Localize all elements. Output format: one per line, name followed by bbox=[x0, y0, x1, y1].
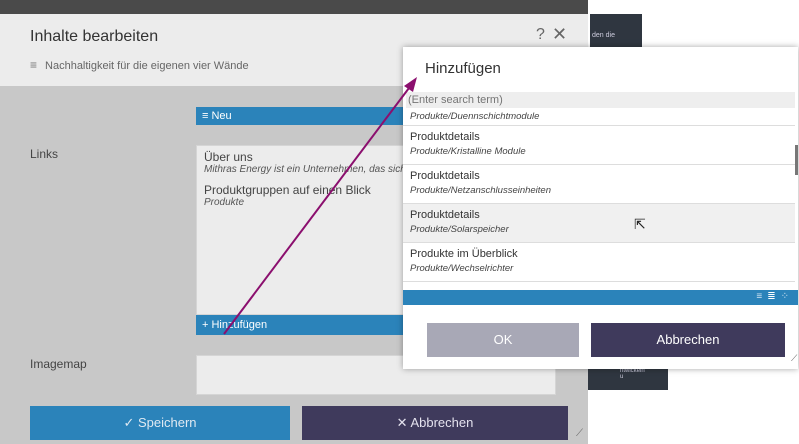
dialog-subtitle-text: Nachhaltigkeit für die eigenen vier Wänd… bbox=[45, 60, 249, 72]
dialog-title: Inhalte bearbeiten bbox=[30, 28, 159, 45]
background-snippet-line: u bbox=[620, 374, 624, 380]
list-item[interactable]: Produktdetails Produkte/Solarspeicher bbox=[403, 204, 795, 243]
mouse-pointer-icon: ⇱ bbox=[634, 216, 646, 232]
resize-handle-icon[interactable]: ⟋ bbox=[576, 428, 583, 439]
resize-handle-icon[interactable]: ⟋ bbox=[791, 353, 797, 364]
list-item-title: Produktdetails bbox=[410, 209, 480, 221]
list-item-subtitle: Produkte/Duennschichtmodule bbox=[410, 111, 540, 122]
background-snippet-top: den die bbox=[590, 14, 642, 50]
ok-button[interactable]: OK bbox=[427, 323, 579, 357]
save-label: Speichern bbox=[137, 415, 197, 430]
check-icon: ✓ bbox=[123, 415, 138, 430]
search-input[interactable] bbox=[406, 92, 795, 108]
list-item[interactable]: Produktgruppen auf einen Blick Produkte bbox=[197, 179, 405, 212]
list-item-title: Produktgruppen auf einen Blick bbox=[204, 183, 371, 197]
list-item-subtitle: Produkte bbox=[204, 197, 245, 208]
imagemap-label: Imagemap bbox=[30, 357, 87, 371]
grid-view-icon[interactable]: ⁘ bbox=[781, 291, 794, 302]
list-item-subtitle: Produkte/Solarspeicher bbox=[410, 224, 509, 235]
list-item-title: Produkte im Überblick bbox=[410, 248, 518, 260]
list-view-icon[interactable]: ≡ bbox=[756, 291, 767, 302]
close-icon[interactable]: ✕ bbox=[552, 24, 567, 45]
list-item-subtitle: Mithras Energy ist ein Unternehmen, das … bbox=[204, 164, 406, 175]
new-link-button[interactable]: ≡ Neu bbox=[196, 107, 406, 125]
new-link-label: Neu bbox=[211, 110, 232, 122]
detail-view-icon[interactable]: ≣ bbox=[767, 291, 780, 302]
list-item-subtitle: Produkte/Kristalline Module bbox=[410, 146, 526, 157]
add-link-label: Hinzufügen bbox=[211, 319, 268, 331]
list-item-title: Produktdetails bbox=[410, 170, 480, 182]
popup-toolbar: ≡≣⁘ bbox=[403, 290, 798, 305]
popup-title: Hinzufügen bbox=[425, 60, 501, 77]
list-item[interactable]: Produkte/Duennschichtmodule bbox=[403, 110, 795, 126]
save-button[interactable]: ✓ Speichern bbox=[30, 406, 290, 440]
lines-icon: ≡ bbox=[30, 58, 38, 72]
list-item-title: Produktdetails bbox=[410, 131, 480, 143]
scrollbar[interactable] bbox=[795, 145, 798, 175]
list-item-subtitle: Produkte/Netzanschlusseinheiten bbox=[410, 185, 552, 196]
cancel-button[interactable]: ✕ Abbrechen bbox=[302, 406, 568, 440]
links-list: Über uns Mithras Energy ist ein Unterneh… bbox=[196, 145, 406, 315]
add-link-button[interactable]: + Hinzufügen bbox=[196, 315, 406, 335]
help-icon[interactable]: ? bbox=[536, 26, 545, 44]
popup-cancel-button[interactable]: Abbrechen bbox=[591, 323, 785, 357]
dialog-subtitle: ≡ Nachhaltigkeit für die eigenen vier Wän… bbox=[30, 58, 249, 72]
list-item[interactable]: Produktdetails Produkte/Netzanschlussein… bbox=[403, 165, 795, 204]
list-item[interactable]: Über uns Mithras Energy ist ein Unterneh… bbox=[197, 146, 406, 179]
list-item-title: Über uns bbox=[204, 150, 253, 164]
view-switcher: ≡≣⁘ bbox=[756, 291, 794, 302]
links-label: Links bbox=[30, 147, 59, 161]
list-item-subtitle: Produkte/Wechselrichter bbox=[410, 263, 514, 274]
cancel-label: Abbrechen bbox=[410, 415, 474, 430]
add-link-popup: Hinzufügen Produkte/Duennschichtmodule P… bbox=[403, 47, 798, 369]
search-results-list: Produkte/Duennschichtmodule Produktdetai… bbox=[403, 110, 798, 290]
close-icon: ✕ bbox=[396, 415, 411, 430]
list-item[interactable]: Produktdetails Produkte/Kristalline Modu… bbox=[403, 126, 795, 165]
list-item[interactable]: Produkte im Überblick Produkte/Wechselri… bbox=[403, 243, 795, 282]
